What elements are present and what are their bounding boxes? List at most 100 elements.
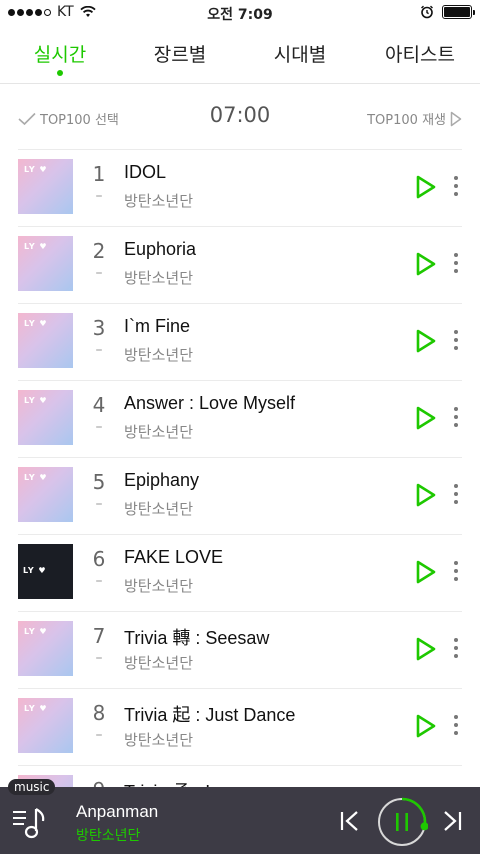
more-options-icon[interactable] — [450, 253, 462, 277]
chart-tabs: 실시간 장르별 시대별 아티스트 — [0, 26, 480, 84]
rank-change: – — [95, 650, 103, 666]
active-tab-indicator — [57, 70, 63, 76]
tab-label: 실시간 — [33, 45, 87, 66]
tab-label: 장르별 — [153, 45, 207, 66]
play-all-label: TOP100 재생 — [367, 113, 446, 128]
song-title: Trivia 起 : Just Dance — [124, 705, 296, 725]
alarm-icon — [421, 5, 433, 19]
rank-number: 6 — [92, 547, 106, 571]
album-art[interactable]: LY ♥ — [18, 698, 73, 753]
more-options-icon[interactable] — [450, 715, 462, 739]
tab-realtime[interactable]: 실시간 — [0, 26, 120, 83]
play-icon[interactable] — [414, 559, 438, 585]
rank-change: – — [95, 188, 103, 204]
rank-number: 7 — [92, 624, 106, 648]
song-title: Trivia 轉 : Seesaw — [124, 628, 270, 648]
play-icon[interactable] — [414, 174, 438, 200]
playlist-icon[interactable] — [12, 805, 52, 841]
album-art[interactable]: LY ♥ — [18, 390, 73, 445]
song-artist[interactable]: 방탄소년단 — [124, 498, 193, 519]
play-icon[interactable] — [414, 482, 438, 508]
song-row[interactable]: LY ♥ 5 – Epiphany 방탄소년단 — [18, 457, 462, 534]
song-row[interactable]: LY ♥ 3 – I`m Fine 방탄소년단 — [18, 303, 462, 380]
playback-progress-knob — [420, 822, 428, 831]
album-art[interactable]: LY ♥ — [18, 467, 73, 522]
more-options-icon[interactable] — [450, 561, 462, 585]
song-artist[interactable]: 방탄소년단 — [124, 344, 193, 365]
song-artist[interactable]: 방탄소년단 — [124, 575, 193, 596]
rank-number: 3 — [92, 316, 106, 340]
song-artist[interactable]: 방탄소년단 — [124, 421, 193, 442]
album-art-text: LY ♥ — [24, 396, 48, 405]
song-artist[interactable]: 방탄소년단 — [124, 267, 193, 288]
rank-change: – — [95, 342, 103, 358]
more-options-icon[interactable] — [450, 407, 462, 431]
now-playing-artist: 방탄소년단 — [76, 828, 141, 844]
more-options-icon[interactable] — [450, 330, 462, 354]
album-art[interactable]: LY ♥ — [18, 313, 73, 368]
pause-button[interactable] — [376, 796, 428, 848]
song-title: Euphoria — [124, 239, 197, 259]
song-list: LY ♥ 1 – IDOL 방탄소년단 LY ♥ 2 – Euphoria 방탄… — [18, 149, 462, 842]
rank-number: 8 — [92, 701, 106, 725]
play-icon[interactable] — [414, 713, 438, 739]
top100-play-button[interactable]: TOP100 재생 — [367, 109, 462, 128]
tab-era[interactable]: 시대별 — [240, 26, 360, 83]
album-art[interactable]: LY ♥ — [18, 621, 73, 676]
more-options-icon[interactable] — [450, 638, 462, 662]
play-icon[interactable] — [414, 328, 438, 354]
tab-genre[interactable]: 장르별 — [120, 26, 240, 83]
song-title: Answer : Love Myself — [124, 393, 296, 413]
previous-track-button[interactable] — [338, 809, 362, 833]
song-title: FAKE LOVE — [124, 547, 224, 567]
song-row[interactable]: LY ♥ 6 – FAKE LOVE 방탄소년단 — [18, 534, 462, 611]
more-options-icon[interactable] — [450, 176, 462, 200]
rank-change: – — [95, 419, 103, 435]
album-art-text: LY ♥ — [24, 473, 48, 482]
album-art-text: LY ♥ — [24, 242, 48, 251]
song-artist[interactable]: 방탄소년단 — [124, 652, 193, 673]
album-art[interactable]: LY ♥ — [18, 544, 73, 599]
status-right — [420, 5, 475, 19]
rank-change: – — [95, 727, 103, 743]
status-bar: KT 오전 7:09 — [0, 0, 480, 26]
play-icon[interactable] — [414, 405, 438, 431]
song-row[interactable]: LY ♥ 7 – Trivia 轉 : Seesaw 방탄소년단 — [18, 611, 462, 688]
song-artist[interactable]: 방탄소년단 — [124, 190, 193, 211]
status-time: 오전 7:09 — [207, 7, 273, 23]
album-art-text: LY ♥ — [24, 704, 48, 713]
rank-change: – — [95, 265, 103, 281]
rank-number: 2 — [92, 239, 106, 263]
album-art-text: LY ♥ — [24, 319, 48, 328]
song-row[interactable]: LY ♥ 4 – Answer : Love Myself 방탄소년단 — [18, 380, 462, 457]
tab-label: 시대별 — [273, 45, 327, 66]
album-art[interactable]: LY ♥ — [18, 159, 73, 214]
chart-toolbar: TOP100 선택 07:00 TOP100 재생 — [0, 85, 480, 149]
rank-change: – — [95, 496, 103, 512]
play-icon[interactable] — [414, 251, 438, 277]
rank-change: – — [95, 573, 103, 589]
more-options-icon[interactable] — [450, 484, 462, 508]
album-art-text: LY ♥ — [24, 165, 48, 174]
song-artist[interactable]: 방탄소년단 — [124, 729, 193, 750]
song-row[interactable]: LY ♥ 8 – Trivia 起 : Just Dance 방탄소년단 — [18, 688, 462, 765]
next-track-button[interactable] — [440, 809, 464, 833]
album-art[interactable]: LY ♥ — [18, 236, 73, 291]
tab-artist[interactable]: 아티스트 — [360, 26, 480, 83]
rank-number: 5 — [92, 470, 106, 494]
song-row[interactable]: LY ♥ 2 – Euphoria 방탄소년단 — [18, 226, 462, 303]
battery-icon — [442, 5, 475, 19]
play-outline-icon — [450, 111, 462, 126]
music-tag: music — [8, 779, 56, 795]
song-row[interactable]: LY ♥ 1 – IDOL 방탄소년단 — [18, 149, 462, 226]
song-title: Epiphany — [124, 470, 200, 490]
rank-number: 4 — [92, 393, 106, 417]
album-art-text: LY ♥ — [23, 566, 47, 575]
song-title: IDOL — [124, 162, 167, 182]
rank-number: 1 — [92, 162, 106, 186]
mini-player: music Anpanman 방탄소년단 — [0, 779, 480, 854]
now-playing-title[interactable]: Anpanman — [76, 802, 158, 822]
play-icon[interactable] — [414, 636, 438, 662]
song-title: I`m Fine — [124, 316, 191, 336]
tab-label: 아티스트 — [385, 45, 455, 66]
